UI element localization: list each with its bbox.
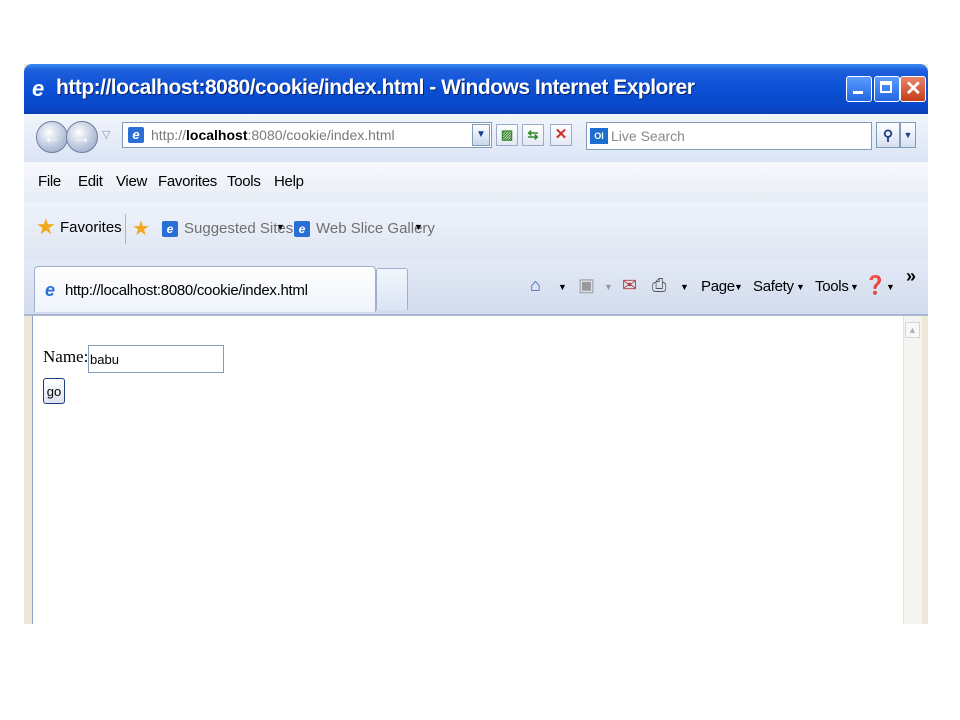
tab-label: http://localhost:8080/cookie/index.html (65, 282, 308, 299)
menu-view[interactable]: View (116, 173, 147, 190)
minimize-icon (853, 91, 863, 94)
address-url: http://localhost:8080/cookie/index.html (151, 127, 395, 143)
refresh-button[interactable]: ⇆ (522, 124, 544, 146)
read-mail-icon[interactable]: ✉ (622, 275, 637, 295)
chevron-down-icon: ▼ (903, 130, 913, 140)
home-icon[interactable]: ⌂ (530, 275, 541, 295)
menu-favorites[interactable]: Favorites (158, 173, 217, 190)
search-icon: ⚲ (882, 127, 894, 143)
navigation-bar: ← → ▽ e http://localhost:8080/cookie/ind… (24, 114, 928, 163)
chevron-down-icon[interactable]: ▼ (796, 282, 805, 292)
go-button[interactable]: go (43, 378, 65, 404)
page-content: Name: go ▲ (32, 316, 922, 624)
chevron-down-icon[interactable]: ▼ (734, 282, 743, 292)
refresh-icon: ⇆ (527, 127, 539, 142)
safety-menu-button[interactable]: Safety (753, 278, 794, 295)
close-icon: ✕ (905, 78, 922, 100)
new-tab-button[interactable] (376, 268, 408, 310)
search-input[interactable]: Ol Live Search (586, 122, 872, 150)
chevron-down-icon[interactable]: ▼ (886, 282, 895, 292)
tab-current-page[interactable]: e http://localhost:8080/cookie/index.htm… (34, 266, 376, 312)
ie-logo-icon: e (32, 76, 45, 101)
back-arrow-icon: ← (43, 127, 61, 147)
feeds-icon[interactable]: ▣ (578, 275, 595, 295)
compatibility-view-button[interactable]: ▨ (496, 124, 518, 146)
chevron-down-icon[interactable]: ▼ (680, 282, 689, 292)
name-label: Name: (43, 347, 89, 366)
stop-button[interactable]: ✕ (550, 124, 572, 146)
page-icon: e (128, 127, 144, 143)
favorites-bar: ★ Favorites ★ e Suggested Sites ▼ e Web … (24, 202, 928, 261)
close-button[interactable]: ✕ (900, 76, 926, 102)
chevron-down-icon[interactable]: ▼ (558, 282, 567, 292)
menu-edit[interactable]: Edit (78, 173, 103, 190)
menu-help[interactable]: Help (274, 173, 304, 190)
search-placeholder: Live Search (611, 128, 685, 144)
tab-bar: e http://localhost:8080/cookie/index.htm… (24, 260, 928, 316)
tools-menu-button[interactable]: Tools (815, 278, 849, 295)
help-icon[interactable]: ❓ (864, 275, 886, 295)
address-field[interactable]: e http://localhost:8080/cookie/index.htm… (122, 122, 492, 148)
search-button[interactable]: ⚲ (876, 122, 900, 148)
window-title: http://localhost:8080/cookie/index.html … (56, 76, 695, 99)
more-commands-icon[interactable]: » (906, 266, 916, 287)
back-button[interactable]: ← (36, 121, 68, 153)
search-options-dropdown[interactable]: ▼ (900, 122, 916, 148)
address-dropdown-button[interactable]: ▼ (472, 124, 490, 146)
browser-window: e http://localhost:8080/cookie/index.htm… (24, 64, 928, 624)
compatibility-icon: ▨ (500, 127, 514, 142)
stop-icon: ✕ (554, 126, 568, 143)
ie-page-icon: e (45, 280, 56, 300)
maximize-icon (880, 81, 892, 93)
add-to-favorites-icon[interactable]: ★ (132, 218, 150, 240)
print-icon[interactable]: ⎙ (652, 275, 666, 295)
name-input[interactable] (88, 345, 224, 373)
chevron-down-icon[interactable]: ▼ (850, 282, 859, 292)
chevron-up-icon: ▲ (908, 325, 917, 335)
chevron-down-icon[interactable]: ▼ (604, 282, 613, 292)
forward-arrow-icon: → (73, 127, 91, 147)
suggested-sites-icon: e (162, 221, 178, 237)
chevron-down-icon: ▼ (476, 129, 486, 140)
menu-file[interactable]: File (38, 173, 61, 190)
web-slice-gallery-icon: e (294, 221, 310, 237)
title-bar: e http://localhost:8080/cookie/index.htm… (24, 64, 928, 114)
chevron-down-icon[interactable]: ▼ (414, 222, 423, 232)
maximize-button[interactable] (874, 76, 900, 102)
recent-pages-dropdown[interactable]: ▽ (102, 128, 110, 141)
chevron-down-icon[interactable]: ▼ (276, 222, 285, 232)
minimize-button[interactable] (846, 76, 872, 102)
live-search-logo-icon: Ol (590, 128, 608, 144)
favorites-star-icon: ★ (36, 214, 56, 239)
favorites-button[interactable]: Favorites (60, 219, 122, 236)
page-menu-button[interactable]: Page (701, 278, 735, 295)
scroll-up-button[interactable]: ▲ (905, 322, 920, 338)
menu-tools[interactable]: Tools (227, 173, 261, 190)
menu-bar: File Edit View Favorites Tools Help (24, 162, 928, 203)
forward-button[interactable]: → (66, 121, 98, 153)
vertical-scrollbar[interactable]: ▲ (903, 316, 922, 624)
divider (125, 214, 126, 244)
